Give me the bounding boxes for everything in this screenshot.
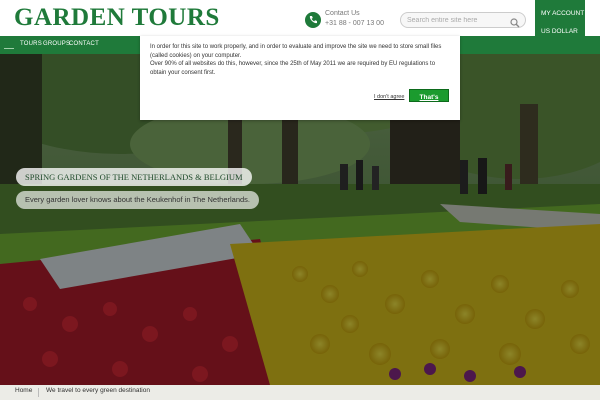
cookie-message-line-2: Over 90% of all websites do this, howeve… — [150, 61, 436, 76]
cookie-decline-link[interactable]: I don't agree — [374, 94, 404, 100]
phone-icon — [305, 12, 321, 28]
contact-label: Contact Us — [325, 10, 360, 17]
breadcrumb-current: We travel to every green destination — [46, 387, 150, 394]
site-header: GARDEN TOURS Contact Us +31 88 - 007 13 … — [0, 0, 600, 36]
search-box — [400, 12, 526, 28]
currency-selector[interactable]: US DOLLAR — [541, 28, 578, 35]
nav-home-marker — [4, 42, 14, 49]
breadcrumb-separator — [38, 388, 39, 397]
cookie-consent-dialog: In order for this site to work properly,… — [140, 36, 460, 120]
breadcrumb: Home We travel to every green destinatio… — [0, 385, 600, 400]
cookie-message: In order for this site to work properly,… — [150, 43, 450, 77]
cookie-accept-button[interactable]: That's fine — [409, 89, 449, 114]
search-icon[interactable] — [510, 15, 520, 33]
site-logo[interactable]: GARDEN TOURS — [14, 4, 220, 32]
hero-title[interactable]: SPRING GARDENS OF THE NETHERLANDS & BELG… — [16, 168, 252, 186]
breadcrumb-home-link[interactable]: Home — [15, 387, 32, 394]
nav-item-contact[interactable]: CONTACT — [69, 41, 99, 47]
nav-item-groups[interactable]: GROUPS — [43, 41, 70, 47]
my-account-link[interactable]: MY ACCOUNT — [541, 10, 584, 17]
nav-item-tours[interactable]: TOURS — [20, 41, 42, 47]
cookie-message-line-1: In order for this site to work properly,… — [150, 44, 442, 59]
contact-phone-number: +31 88 - 007 13 00 — [325, 20, 384, 27]
hero-subtitle: Every garden lover knows about the Keuke… — [16, 191, 259, 209]
account-panel: MY ACCOUNT US DOLLAR — [535, 0, 585, 36]
search-input[interactable] — [407, 14, 505, 26]
